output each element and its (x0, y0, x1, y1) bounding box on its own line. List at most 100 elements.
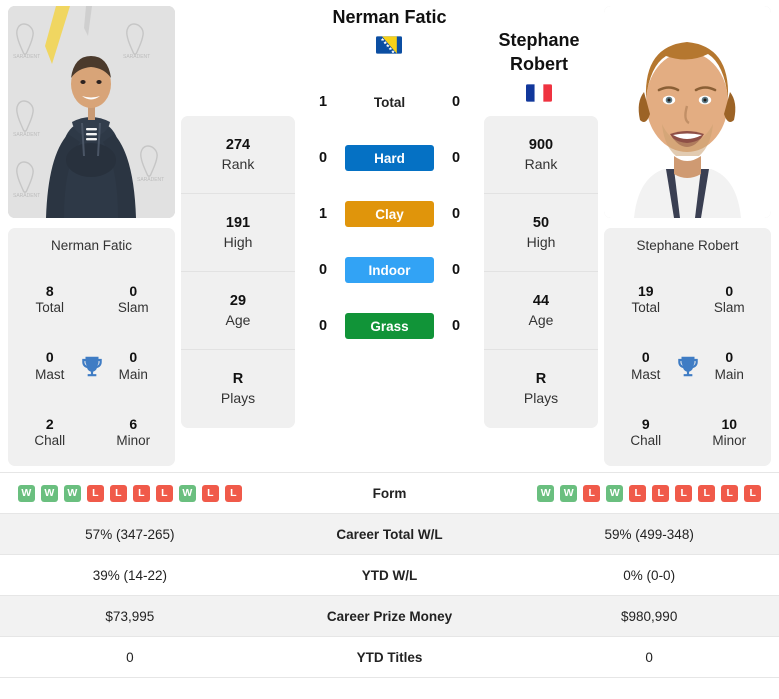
form-badge-w[interactable]: W (537, 484, 555, 502)
left-ytd-titles: 0 (126, 649, 134, 665)
h2h-row-grass: 0 Grass 0 (301, 298, 478, 354)
form-badge-l[interactable]: L (201, 484, 219, 502)
left-titles-total: 8 Total (8, 267, 92, 333)
left-career-prize: $73,995 (105, 608, 155, 624)
head-to-head-rows: 1 Total 0 0 Hard 0 1 Clay 0 0 Indoor 0 0… (301, 74, 478, 354)
left-career-wl: 57% (347-265) (85, 526, 175, 542)
right-player-name[interactable]: Stephane Robert (479, 28, 599, 77)
table-row-career-wl: 57% (347-265) Career Total W/L 59% (499-… (0, 514, 779, 555)
left-titles-minor-value: 6 (129, 415, 138, 432)
form-badge-w[interactable]: W (63, 484, 81, 502)
table-row-career-wl-label: Career Total W/L (336, 526, 443, 542)
table-row-form-label: Form (372, 485, 407, 501)
left-player-name[interactable]: Nerman Fatic (332, 6, 446, 29)
right-titles-slam-value: 0 (725, 282, 734, 299)
right-titles-card-name: Stephane Robert (636, 238, 739, 253)
left-stats-column: 274 Rank 191 High 29 Age R Plays (181, 6, 295, 472)
h2h-hard-right-score: 0 (451, 150, 461, 166)
form-badge-l[interactable]: L (224, 484, 242, 502)
right-player-column: Stephane Robert 19 Total 0 Slam 0 Mast 0… (604, 6, 771, 472)
left-titles-main-value: 0 (129, 349, 138, 366)
right-titles-card: Stephane Robert 19 Total 0 Slam 0 Mast 0… (604, 228, 771, 466)
surface-badge-hard[interactable]: Hard (345, 145, 434, 171)
left-titles-chall-value: 2 (45, 415, 54, 432)
left-titles-minor-label: Minor (116, 433, 151, 449)
left-rank-value: 274 (225, 136, 251, 153)
right-high-value: 50 (532, 214, 550, 231)
form-badge-l[interactable]: L (155, 484, 173, 502)
france-flag-icon (526, 83, 552, 102)
right-plays-label: Plays (523, 390, 559, 407)
left-titles-main-label: Main (118, 366, 148, 382)
left-plays-value: R (232, 371, 244, 388)
svg-text:SARADENT: SARADENT (137, 177, 164, 183)
left-titles-chall: 2 Chall (8, 400, 92, 466)
left-player-column: SARADENT SARADENT SARADENT SARADENT SARADE… (8, 6, 175, 472)
form-badge-l[interactable]: L (132, 484, 150, 502)
left-high-value: 191 (225, 214, 251, 231)
form-badge-w[interactable]: W (17, 484, 35, 502)
left-titles-card: Nerman Fatic 8 Total 0 Slam 0 Mast 0 Mai… (8, 228, 175, 466)
right-titles-total: 19 Total (604, 267, 688, 333)
right-titles-total-value: 19 (637, 282, 654, 299)
surface-badge-indoor[interactable]: Indoor (345, 257, 434, 283)
right-titles-main-label: Main (714, 366, 744, 382)
right-titles-slam: 0 Slam (688, 267, 772, 333)
form-badge-w[interactable]: W (178, 484, 196, 502)
left-titles-mast-value: 0 (45, 349, 54, 366)
h2h-row-indoor: 0 Indoor 0 (301, 242, 478, 298)
form-badge-l[interactable]: L (652, 484, 670, 502)
left-player-photo[interactable]: SARADENT SARADENT SARADENT SARADENT SARADE… (8, 6, 175, 218)
form-badge-l[interactable]: L (86, 484, 104, 502)
right-high-label: High (526, 233, 556, 250)
left-titles-mast-label: Mast (35, 366, 65, 382)
form-badge-w[interactable]: W (40, 484, 58, 502)
left-high-label: High (223, 233, 253, 250)
comparison-top-section: SARADENT SARADENT SARADENT SARADENT SARADE… (0, 0, 779, 472)
right-titles-minor: 10 Minor (688, 400, 772, 466)
h2h-total-right-score: 0 (451, 94, 461, 110)
left-ytd-wl: 39% (14-22) (92, 567, 167, 583)
left-age-label: Age (225, 311, 251, 328)
bosnia-herzegovina-flag-icon (376, 36, 403, 55)
right-age-value: 44 (532, 292, 550, 309)
head-to-head-column: Nerman Fatic 1 Total 0 0 Hard 0 1 Clay 0… (301, 6, 478, 472)
left-rank-label: Rank (221, 155, 255, 172)
form-badge-l[interactable]: L (721, 484, 739, 502)
left-titles-card-name: Nerman Fatic (50, 238, 133, 253)
form-badge-l[interactable]: L (675, 484, 693, 502)
right-rank-value: 900 (528, 136, 554, 153)
right-titles-main-value: 0 (725, 349, 734, 366)
form-badge-l[interactable]: L (583, 484, 601, 502)
table-row-ytd-titles: 0 YTD Titles 0 (0, 637, 779, 678)
right-titles-grid: 19 Total 0 Slam 0 Mast 0 Main 9 Chall 10… (604, 267, 771, 466)
h2h-total-label: Total (373, 94, 406, 110)
form-badge-w[interactable]: W (560, 484, 578, 502)
left-titles-total-label: Total (35, 300, 65, 316)
surface-badge-clay[interactable]: Clay (345, 201, 434, 227)
right-career-prize: $980,990 (621, 608, 678, 624)
right-titles-mast-label: Mast (631, 366, 661, 382)
left-player-name-block: Nerman Fatic (332, 6, 447, 68)
form-badge-l[interactable]: L (744, 484, 762, 502)
surface-badge-grass[interactable]: Grass (345, 313, 434, 339)
table-row-ytd-wl-label: YTD W/L (361, 567, 418, 583)
table-row-ytd-titles-label: YTD Titles (356, 649, 423, 665)
left-titles-chall-label: Chall (34, 433, 66, 449)
left-form-badges: WWWLLLLWLL (0, 484, 260, 502)
right-player-photo[interactable] (604, 6, 771, 218)
right-rank-cell: 900 Rank (484, 116, 598, 194)
h2h-total-left-score: 1 (318, 94, 328, 110)
left-rank-cell: 274 Rank (181, 116, 295, 194)
form-badge-l[interactable]: L (109, 484, 127, 502)
table-row-form: WWWLLLLWLL Form WWLWLLLLLL (0, 473, 779, 514)
left-age-value: 29 (229, 292, 247, 309)
form-badge-w[interactable]: W (606, 484, 624, 502)
right-titles-chall-value: 9 (641, 415, 650, 432)
trophy-icon (79, 353, 105, 379)
form-badge-l[interactable]: L (698, 484, 716, 502)
form-badge-l[interactable]: L (629, 484, 647, 502)
left-titles-grid: 8 Total 0 Slam 0 Mast 0 Main 2 Chall 6 M… (8, 267, 175, 466)
right-titles-minor-value: 10 (721, 415, 738, 432)
table-row-ytd-wl: 39% (14-22) YTD W/L 0% (0-0) (0, 555, 779, 596)
